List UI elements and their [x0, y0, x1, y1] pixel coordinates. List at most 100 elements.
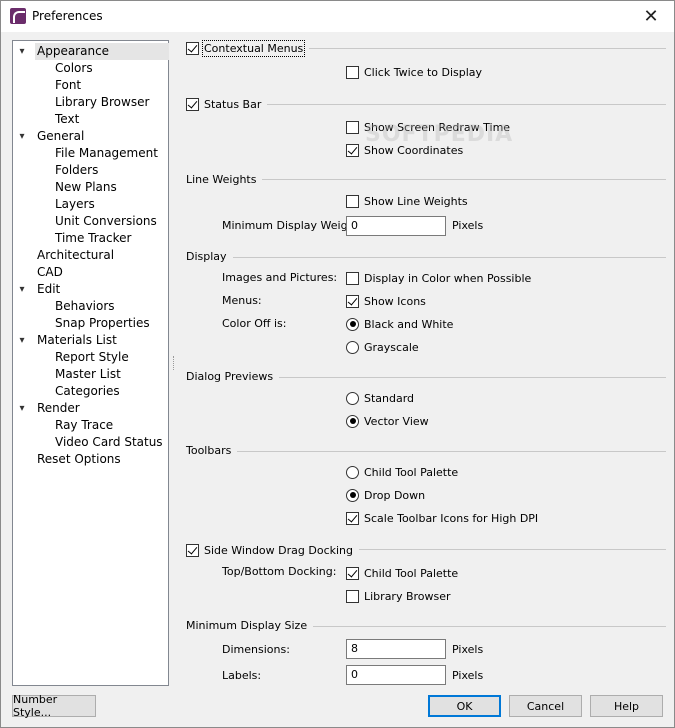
tree-item-time-tracker[interactable]: Time Tracker	[55, 230, 131, 247]
tree-item-edit[interactable]: Edit	[35, 281, 62, 298]
ok-button[interactable]: OK	[428, 695, 501, 717]
click-twice-checkbox[interactable]: Click Twice to Display	[346, 64, 482, 80]
display-heading: Display	[186, 249, 233, 265]
contextual-menus-label: Contextual Menus	[201, 39, 306, 57]
tree-item-behaviors[interactable]: Behaviors	[55, 298, 115, 315]
tree-item-folders[interactable]: Folders	[55, 162, 98, 179]
checkbox-icon	[346, 65, 359, 79]
checkbox-icon	[346, 194, 359, 208]
tree-item-video-card-status[interactable]: Video Card Status	[55, 434, 163, 451]
side-window-docking-checkbox[interactable]: Side Window Drag Docking	[186, 542, 359, 558]
category-tree[interactable]: ▾ Appearance Colors Font Library Browser…	[12, 40, 169, 686]
checkbox-icon	[346, 589, 359, 603]
collapse-edit-icon[interactable]: ▾	[17, 281, 27, 298]
tree-item-appearance[interactable]: Appearance	[35, 43, 169, 60]
tree-item-master-list[interactable]: Master List	[55, 366, 121, 383]
tree-item-ray-trace[interactable]: Ray Trace	[55, 417, 113, 434]
line-weights-heading: Line Weights	[186, 172, 263, 188]
tree-item-cad[interactable]: CAD	[35, 264, 65, 281]
divider	[186, 257, 666, 258]
docking-child-palette-checkbox[interactable]: Child Tool Palette	[346, 565, 458, 581]
window-title: Preferences	[32, 9, 103, 23]
checkbox-icon	[346, 511, 359, 525]
dimensions-unit-label: Pixels	[452, 643, 484, 656]
side-window-docking-label: Side Window Drag Docking	[204, 543, 353, 557]
display-color-checkbox[interactable]: Display in Color when Possible	[346, 270, 531, 286]
tree-item-categories[interactable]: Categories	[55, 383, 120, 400]
collapse-appearance-icon[interactable]: ▾	[17, 43, 27, 60]
tree-item-snap-properties[interactable]: Snap Properties	[55, 315, 150, 332]
standard-label: Standard	[364, 391, 415, 405]
docking-library-browser-checkbox[interactable]: Library Browser	[346, 588, 451, 604]
number-style-button[interactable]: Number Style...	[12, 693, 96, 719]
dimensions-label: Dimensions:	[222, 643, 290, 656]
tree-item-unit-conversions[interactable]: Unit Conversions	[55, 213, 157, 230]
scale-toolbar-icons-checkbox[interactable]: Scale Toolbar Icons for High DPI	[346, 510, 538, 526]
drop-down-radio[interactable]: Drop Down	[346, 487, 425, 503]
show-line-weights-checkbox[interactable]: Show Line Weights	[346, 193, 468, 209]
menus-label: Menus:	[222, 294, 262, 307]
checkbox-icon	[346, 271, 359, 285]
grayscale-radio[interactable]: Grayscale	[346, 339, 419, 355]
checkbox-icon	[186, 543, 199, 557]
tree-item-new-plans[interactable]: New Plans	[55, 179, 117, 196]
checkbox-icon	[186, 97, 199, 111]
top-bottom-docking-label: Top/Bottom Docking:	[222, 565, 337, 578]
min-display-weight-input[interactable]: 0	[346, 216, 446, 236]
radio-icon	[346, 391, 359, 405]
tree-item-file-management[interactable]: File Management	[55, 145, 158, 162]
min-display-size-heading: Minimum Display Size	[186, 618, 314, 634]
labels-label: Labels:	[222, 669, 262, 682]
child-tool-palette-radio[interactable]: Child Tool Palette	[346, 464, 458, 480]
status-bar-checkbox[interactable]: Status Bar	[186, 96, 268, 112]
min-display-weight-label: Minimum Display Weight:	[222, 219, 363, 232]
tree-item-materials-list[interactable]: Materials List	[35, 332, 119, 349]
tree-item-general[interactable]: General	[35, 128, 86, 145]
dialog-previews-heading: Dialog Previews	[186, 369, 280, 385]
checkbox-icon	[186, 41, 199, 55]
tree-item-reset-options[interactable]: Reset Options	[35, 451, 123, 468]
collapse-render-icon[interactable]: ▾	[17, 400, 27, 417]
tree-item-architectural[interactable]: Architectural	[35, 247, 116, 264]
toolbars-heading: Toolbars	[186, 443, 238, 459]
tree-item-layers[interactable]: Layers	[55, 196, 95, 213]
vector-view-radio[interactable]: Vector View	[346, 413, 429, 429]
checkbox-icon	[346, 566, 359, 580]
close-icon[interactable]: ✕	[628, 1, 674, 32]
help-button[interactable]: Help	[590, 695, 663, 717]
docking-child-palette-label: Child Tool Palette	[364, 566, 459, 580]
watermark: SOFTPEDIA	[365, 122, 514, 147]
scale-toolbar-icons-label: Scale Toolbar Icons for High DPI	[364, 511, 539, 525]
radio-icon	[346, 414, 359, 428]
tree-item-text[interactable]: Text	[55, 111, 79, 128]
labels-unit-label: Pixels	[452, 669, 484, 682]
checkbox-icon	[346, 120, 359, 134]
dimensions-input[interactable]: 8	[346, 639, 446, 659]
standard-radio[interactable]: Standard	[346, 390, 414, 406]
checkbox-icon	[346, 143, 359, 157]
title-bar: Preferences ✕	[1, 1, 674, 32]
tree-item-font[interactable]: Font	[55, 77, 81, 94]
collapse-general-icon[interactable]: ▾	[17, 128, 27, 145]
tree-item-report-style[interactable]: Report Style	[55, 349, 129, 366]
docking-library-browser-label: Library Browser	[364, 589, 451, 603]
black-white-label: Black and White	[364, 317, 454, 331]
preferences-dialog: Preferences ✕ ▾ Appearance Colors Font L…	[0, 0, 675, 728]
labels-input[interactable]: 0	[346, 665, 446, 685]
pixels-unit-label: Pixels	[452, 219, 484, 232]
display-color-label: Display in Color when Possible	[364, 271, 532, 285]
radio-icon	[346, 317, 359, 331]
tree-item-render[interactable]: Render	[35, 400, 82, 417]
radio-icon	[346, 465, 359, 479]
splitter-grip[interactable]	[173, 356, 175, 370]
vector-view-label: Vector View	[364, 414, 429, 428]
cancel-button[interactable]: Cancel	[509, 695, 582, 717]
black-white-radio[interactable]: Black and White	[346, 316, 453, 332]
collapse-materials-icon[interactable]: ▾	[17, 332, 27, 349]
tree-item-colors[interactable]: Colors	[55, 60, 93, 77]
click-twice-label: Click Twice to Display	[364, 65, 483, 79]
tree-item-library-browser[interactable]: Library Browser	[55, 94, 149, 111]
contextual-menus-checkbox[interactable]: Contextual Menus	[186, 39, 310, 57]
show-icons-checkbox[interactable]: Show Icons	[346, 293, 426, 309]
drop-down-label: Drop Down	[364, 488, 426, 502]
